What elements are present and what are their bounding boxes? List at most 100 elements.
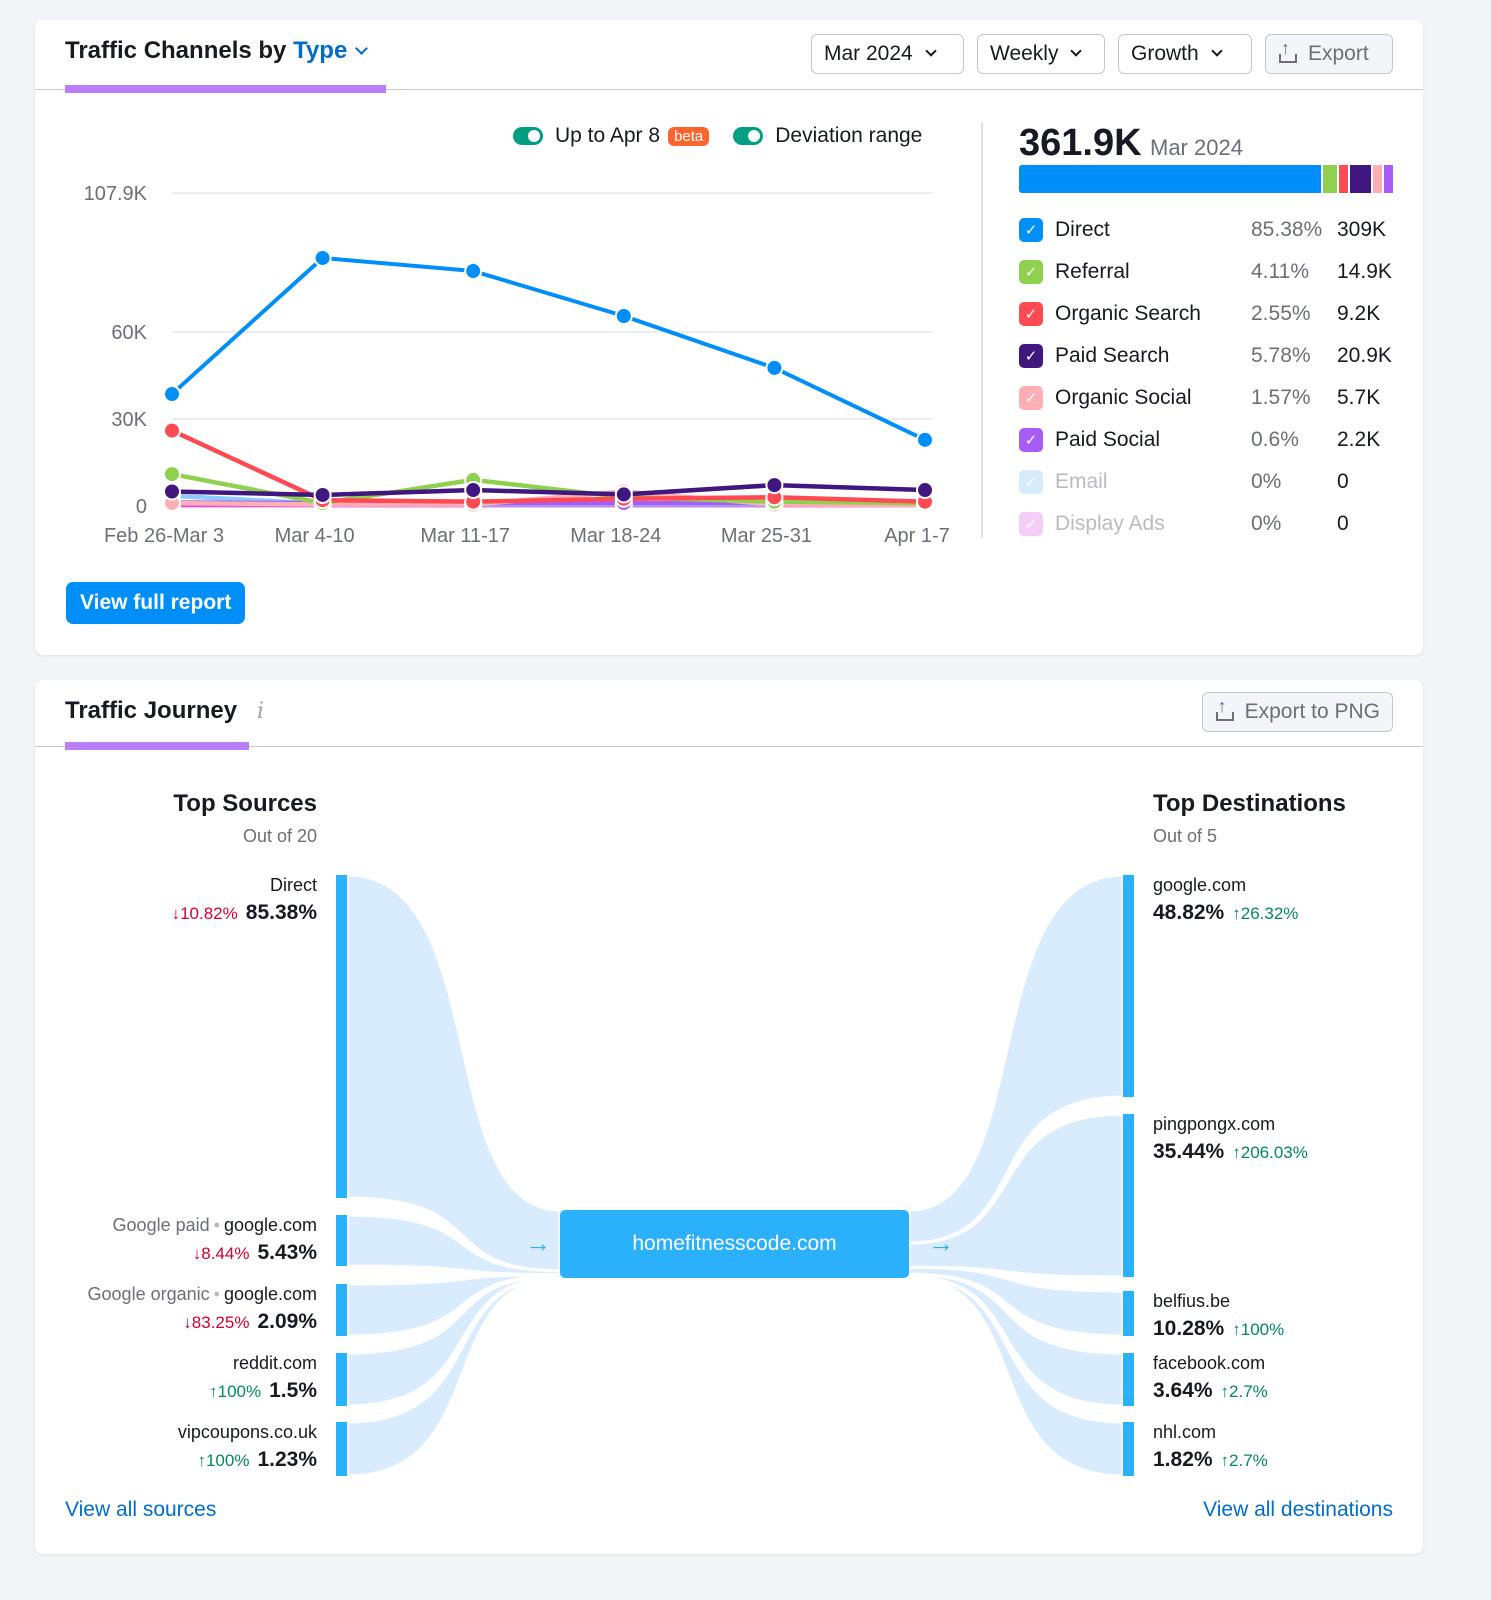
source-item[interactable]: vipcoupons.co.uk ↑100% 1.23%	[178, 1420, 317, 1477]
source-item[interactable]: Direct ↓10.82% 85.38%	[172, 873, 317, 930]
source-item[interactable]: Google paid • google.com ↓8.44% 5.43%	[113, 1213, 317, 1270]
source-label: reddit.com	[232, 1353, 317, 1373]
source-share: 85.38%	[245, 901, 317, 924]
channel-name: Display Ads	[1055, 512, 1165, 535]
bullet-separator: •	[213, 1215, 220, 1235]
checkbox-checked-icon[interactable]: ✓	[1019, 470, 1043, 494]
channel-percent: 2.55%	[1251, 302, 1311, 325]
data-point[interactable]	[765, 358, 784, 377]
arrow-right-icon: →	[928, 1228, 954, 1258]
checkbox-checked-icon[interactable]: ✓	[1019, 344, 1043, 368]
data-point[interactable]	[163, 465, 181, 484]
share-segment	[1019, 165, 1321, 193]
source-bar	[336, 1284, 347, 1336]
change-indicator: ↓10.82%	[171, 904, 238, 923]
sources-subheading: Out of 20	[242, 826, 317, 846]
view-full-report-button[interactable]: View full report	[66, 582, 246, 624]
checkbox-checked-icon[interactable]: ✓	[1019, 512, 1043, 536]
share-segment	[1372, 165, 1382, 193]
source-label: Direct	[269, 875, 317, 895]
data-point[interactable]	[464, 262, 483, 281]
type-dropdown[interactable]: Type	[293, 37, 369, 64]
arrow-up-icon: ↑	[209, 1382, 218, 1401]
source-bar	[336, 1353, 347, 1406]
channel-percent: 85.38%	[1251, 218, 1323, 241]
channel-value: 0	[1337, 512, 1349, 535]
channel-row[interactable]: ✓ Direct 85.38% 309K	[1019, 209, 1409, 251]
destination-label: nhl.com	[1153, 1422, 1217, 1442]
destination-bar	[1123, 1114, 1134, 1277]
data-point[interactable]	[163, 385, 181, 404]
deviation-toggle[interactable]	[733, 127, 764, 145]
data-point[interactable]	[464, 481, 483, 500]
channel-value: 14.9K	[1337, 260, 1392, 283]
channel-row[interactable]: ✓ Organic Search 2.55% 9.2K	[1019, 293, 1409, 335]
forecast-toggle[interactable]	[513, 127, 543, 145]
chevron-down-icon	[1211, 45, 1223, 57]
x-tick-label: Mar 18-24	[570, 525, 661, 547]
channel-name: Referral	[1055, 260, 1130, 283]
period-select[interactable]: Mar 2024	[811, 34, 964, 74]
arrow-up-icon: ↑	[197, 1451, 206, 1470]
arrow-down-icon: ↓	[192, 1244, 202, 1263]
checkbox-checked-icon[interactable]: ✓	[1019, 260, 1043, 284]
data-point[interactable]	[313, 248, 332, 267]
channel-value: 0	[1337, 470, 1349, 493]
destination-item[interactable]: google.com 48.82% ↑26.32%	[1153, 873, 1298, 930]
channel-value: 20.9K	[1337, 344, 1392, 367]
view-all-sources-link[interactable]: View all sources	[65, 1498, 216, 1522]
data-point[interactable]	[313, 485, 332, 504]
destination-item[interactable]: nhl.com 1.82% ↑2.7%	[1153, 1420, 1268, 1477]
channel-row[interactable]: ✓ Display Ads 0% 0	[1019, 503, 1409, 545]
arrow-up-icon: ↑	[1232, 1320, 1241, 1339]
source-share: 1.23%	[257, 1448, 317, 1471]
destination-share: 35.44%	[1153, 1140, 1225, 1163]
destination-item[interactable]: belfius.be 10.28% ↑100%	[1153, 1289, 1284, 1346]
destination-label: belfius.be	[1153, 1291, 1231, 1311]
checkbox-checked-icon[interactable]: ✓	[1019, 386, 1043, 410]
checkbox-checked-icon[interactable]: ✓	[1019, 218, 1043, 242]
data-point[interactable]	[614, 485, 633, 504]
channel-name: Organic Social	[1055, 386, 1192, 409]
data-point[interactable]	[614, 306, 633, 325]
active-tab-underline	[65, 85, 386, 93]
arrow-right-icon: →	[525, 1228, 551, 1258]
channel-row[interactable]: ✓ Paid Search 5.78% 20.9K	[1019, 335, 1409, 377]
arrow-up-icon: ↑	[1220, 1451, 1230, 1470]
destination-item[interactable]: facebook.com 3.64% ↑2.7%	[1153, 1351, 1268, 1408]
data-point[interactable]	[765, 476, 784, 495]
source-share: 1.5%	[269, 1379, 317, 1402]
data-point[interactable]	[163, 482, 181, 501]
source-item[interactable]: Google organic • google.com ↓83.25% 2.09%	[88, 1282, 317, 1339]
source-bar	[336, 1215, 347, 1266]
change-indicator: ↑100%	[1232, 1320, 1285, 1339]
granularity-select[interactable]: Weekly	[977, 34, 1105, 74]
sources-heading: Top Sources	[173, 790, 317, 817]
checkbox-checked-icon[interactable]: ✓	[1019, 302, 1043, 326]
channel-percent: 0.6%	[1251, 428, 1299, 451]
arrow-up-icon: ↑	[1232, 1143, 1241, 1162]
upload-icon	[1278, 38, 1298, 64]
source-item[interactable]: reddit.com ↑100% 1.5%	[209, 1351, 317, 1408]
channel-name: Direct	[1055, 218, 1110, 241]
x-tick-label: Feb 26-Mar 3	[104, 525, 224, 547]
channel-row[interactable]: ✓ Paid Social 0.6% 2.2K	[1019, 419, 1409, 461]
channel-row[interactable]: ✓ Organic Social 1.57% 5.7K	[1019, 377, 1409, 419]
destination-item[interactable]: pingpongx.com 35.44% ↑206.03%	[1153, 1112, 1308, 1169]
total-summary: 361.9K Mar 2024	[1019, 122, 1243, 165]
y-tick-label: 107.9K	[84, 183, 148, 205]
view-all-destinations-link[interactable]: View all destinations	[1203, 1498, 1393, 1522]
channel-row[interactable]: ✓ Email 0% 0	[1019, 461, 1409, 503]
data-point[interactable]	[916, 481, 934, 500]
metric-select[interactable]: Growth	[1118, 34, 1252, 74]
checkbox-checked-icon[interactable]: ✓	[1019, 428, 1043, 452]
target-site-node[interactable]: homefitnesscode.com	[560, 1210, 909, 1278]
source-type: Google paid	[112, 1215, 210, 1235]
source-bar	[336, 1422, 347, 1476]
channel-row[interactable]: ✓ Referral 4.11% 14.9K	[1019, 251, 1409, 293]
data-point[interactable]	[916, 430, 934, 449]
data-point[interactable]	[163, 421, 181, 440]
x-tick-label: Apr 1-7	[884, 525, 950, 547]
destinations-heading: Top Destinations	[1153, 790, 1346, 817]
export-button[interactable]: Export	[1265, 34, 1393, 74]
